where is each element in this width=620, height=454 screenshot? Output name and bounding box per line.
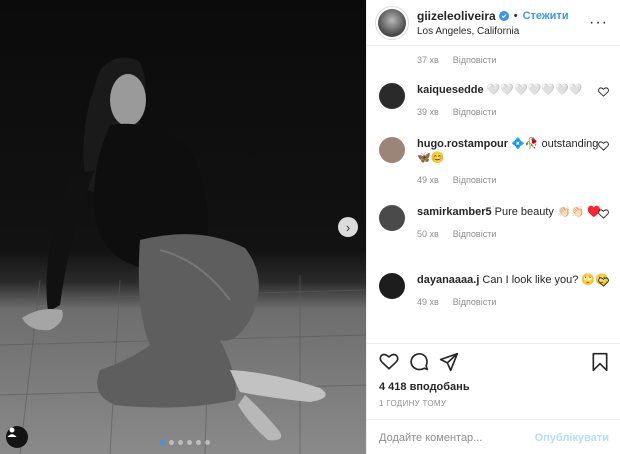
commenter-avatar[interactable] xyxy=(379,273,405,299)
reply-button[interactable]: Відповісти xyxy=(453,107,497,117)
like-comment-icon[interactable] xyxy=(598,277,609,287)
reply-button[interactable]: Відповісти xyxy=(453,55,497,65)
reply-button[interactable]: Відповісти xyxy=(453,175,497,185)
comment-text: Pure beauty 👏🏻👏🏻 ♥️ xyxy=(494,206,602,218)
comment-item: dayanaaaa.j Can I look like you? 🙄🙄 49 хв… xyxy=(379,273,609,307)
comment-text: 🤍🤍🤍🤍🤍🤍🤍 xyxy=(486,84,583,96)
post-header: giizeleoliveira • Стежити Los Angeles, C… xyxy=(367,0,620,46)
follow-button[interactable]: Стежити xyxy=(523,10,569,22)
post-photo[interactable]: › xyxy=(0,0,366,454)
carousel-dot xyxy=(205,440,210,445)
comment-item: hugo.rostampour 💠🥀 outstanding 🦋😊 49 хв Ві… xyxy=(379,137,609,185)
author-avatar[interactable] xyxy=(375,5,409,40)
comment-time: 39 хв xyxy=(417,107,439,117)
carousel-dot xyxy=(160,440,165,445)
commenter-username[interactable]: samirkamber5 xyxy=(417,206,492,218)
more-options-icon[interactable]: ··· xyxy=(589,15,608,31)
post-side-panel: giizeleoliveira • Стежити Los Angeles, C… xyxy=(366,0,620,454)
carousel-dot xyxy=(187,440,192,445)
like-icon[interactable] xyxy=(379,352,399,370)
author-username[interactable]: giizeleoliveira xyxy=(417,9,496,23)
comment-meta: 37 хв Відповісти xyxy=(417,55,496,65)
person-icon xyxy=(7,427,17,437)
post-time[interactable]: 1 ГОДИНУ ТОМУ xyxy=(379,399,446,408)
photo-illustration xyxy=(0,57,366,454)
comment-icon[interactable] xyxy=(409,352,429,372)
comments-list[interactable]: 37 хв Відповісти kaiquesedde 🤍🤍🤍🤍🤍🤍🤍 39 х… xyxy=(367,47,620,343)
comment-input[interactable] xyxy=(379,431,535,444)
comment-time: 37 хв xyxy=(417,55,439,65)
chevron-right-icon: › xyxy=(345,219,351,235)
commenter-username[interactable]: dayanaaaa.j xyxy=(417,274,479,286)
add-comment-bar: Опублікувати xyxy=(367,419,620,454)
like-comment-icon[interactable] xyxy=(598,141,609,151)
comment-time: 49 хв xyxy=(417,175,439,185)
reply-button[interactable]: Відповісти xyxy=(453,229,497,239)
comment-time: 49 хв xyxy=(417,297,439,307)
commenter-avatar[interactable] xyxy=(379,205,405,231)
post-actions: 4 418 вподобань 1 ГОДИНУ ТОМУ Опублікува… xyxy=(367,343,620,454)
likes-count[interactable]: 4 418 вподобань xyxy=(379,381,470,393)
carousel-dot xyxy=(196,440,201,445)
share-icon[interactable] xyxy=(439,352,459,372)
verified-icon xyxy=(498,10,509,21)
comment-item: kaiquesedde 🤍🤍🤍🤍🤍🤍🤍 39 хв Відповісти xyxy=(379,83,609,117)
bookmark-icon[interactable] xyxy=(591,352,609,372)
tagged-users-button[interactable] xyxy=(6,426,28,448)
header-separator: • xyxy=(513,9,518,22)
comment-text: Can I look like you? 🙄🙄 xyxy=(482,274,609,286)
comment-time: 50 хв xyxy=(417,229,439,239)
next-photo-button[interactable]: › xyxy=(338,217,358,237)
commenter-avatar[interactable] xyxy=(379,83,405,109)
comment-item: samirkamber5 Pure beauty 👏🏻👏🏻 ♥️ 50 хв Від… xyxy=(379,205,609,239)
carousel-dots xyxy=(160,440,210,445)
publish-button[interactable]: Опублікувати xyxy=(535,432,609,444)
like-comment-icon[interactable] xyxy=(598,87,609,97)
like-comment-icon[interactable] xyxy=(598,209,609,219)
commenter-username[interactable]: kaiquesedde xyxy=(417,84,484,96)
post-location[interactable]: Los Angeles, California xyxy=(417,26,569,37)
carousel-dot xyxy=(178,440,183,445)
commenter-username[interactable]: hugo.rostampour xyxy=(417,138,508,150)
commenter-avatar[interactable] xyxy=(379,137,405,163)
carousel-dot xyxy=(169,440,174,445)
reply-button[interactable]: Відповісти xyxy=(453,297,497,307)
